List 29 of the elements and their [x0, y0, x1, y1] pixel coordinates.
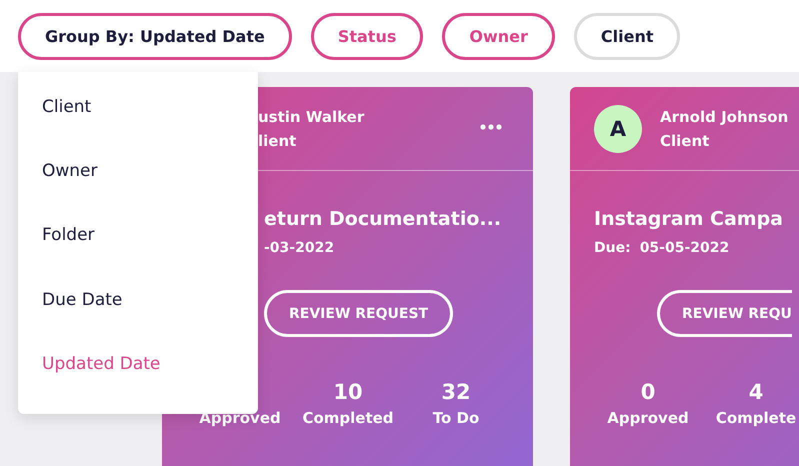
owner-role: Client	[660, 130, 710, 152]
due-date: 05-05-2022	[640, 240, 730, 256]
stat-value: 0	[640, 379, 656, 406]
stat-label: Completed	[302, 409, 394, 427]
owner-role: lient	[258, 130, 298, 152]
menu-item[interactable]: Due Date	[18, 286, 258, 350]
filter-chip[interactable]: Owner	[442, 12, 555, 60]
review-request-button[interactable]: REVIEW REQU	[657, 290, 792, 337]
menu-item[interactable]: Client	[18, 93, 258, 158]
owner-name: ustin Walker	[258, 106, 364, 128]
menu-item[interactable]: Folder	[18, 221, 258, 286]
stat-label: Approved	[607, 409, 689, 427]
menu-item[interactable]: Owner	[18, 157, 258, 222]
filter-chip[interactable]: Client	[574, 12, 680, 60]
more-icon[interactable]	[480, 124, 502, 130]
avatar: A	[594, 104, 642, 152]
review-request-button[interactable]: REVIEW REQUEST	[264, 290, 454, 337]
stat-value: 4	[748, 379, 764, 406]
stat-label: To Do	[432, 409, 480, 427]
group-by-button[interactable]: Group By: Updated Date	[18, 12, 292, 60]
filter-chip[interactable]: Status	[310, 12, 424, 60]
project-title: Instagram Campa	[594, 207, 784, 232]
stat-value: 32	[441, 379, 471, 406]
owner-name: Arnold Johnson	[660, 106, 788, 128]
due-label: Due:	[594, 240, 631, 256]
project-title: eturn Documentatio...	[264, 207, 502, 232]
stat-label: Complete	[716, 409, 796, 427]
due-date: -03-2022	[264, 240, 334, 256]
stat-value: 10	[333, 379, 363, 406]
